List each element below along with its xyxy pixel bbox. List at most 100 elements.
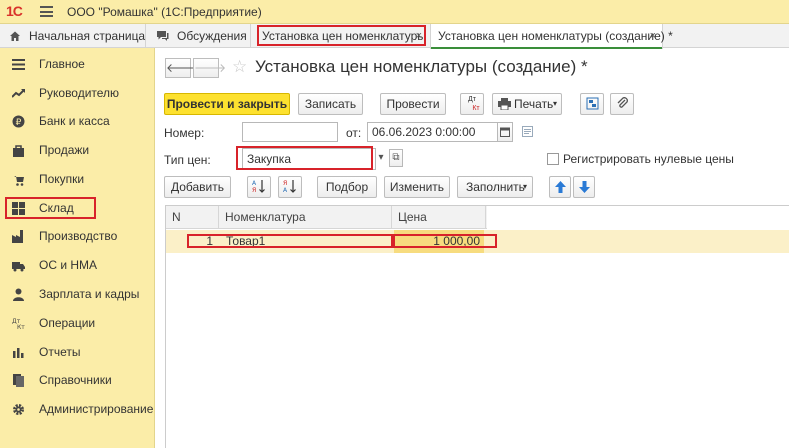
post-button[interactable]: Провести (380, 93, 446, 115)
calendar-button[interactable] (497, 122, 513, 142)
sidebar-item-label: Склад (39, 201, 74, 215)
coin-icon: ₽ (12, 115, 25, 128)
save-button[interactable]: Записать (298, 93, 363, 115)
books-icon (13, 374, 24, 387)
sidebar-item-catalogs[interactable]: Справочники (0, 366, 155, 394)
row-number: 1 (206, 234, 213, 248)
sidebar-item-label: Руководителю (39, 86, 120, 100)
1c-logo[interactable]: 1С (6, 3, 23, 19)
document-form: 🡐 🡒 ☆ Установка цен номенклатуры (создан… (156, 49, 789, 448)
print-label: Печать (514, 97, 554, 111)
sidebar-item-warehouse[interactable]: Склад (0, 194, 155, 222)
date-field[interactable]: 06.06.2023 0:00:00 (367, 122, 498, 142)
table-header: N Номенклатура Цена (166, 206, 487, 229)
app-title: ООО "Ромашка" (1С:Предприятие) (67, 5, 262, 19)
tab-prices-label: Установка цен номенклатуры (262, 29, 426, 43)
price-type-open-button[interactable]: ⧉ (389, 149, 403, 167)
number-field[interactable] (242, 122, 338, 142)
pick-button[interactable]: Подбор (317, 176, 377, 198)
svg-text:Кт: Кт (17, 324, 25, 330)
sidebar-item-label: Продажи (39, 143, 90, 157)
row-item[interactable]: Товар1 (226, 230, 386, 253)
register-zero-checkbox[interactable] (547, 153, 559, 165)
sidebar-item-bank[interactable]: ₽ Банк и касса (0, 107, 155, 135)
sidebar-item-sales[interactable]: Продажи (0, 136, 155, 164)
sidebar-item-operations[interactable]: Дт Кт Операции (0, 309, 155, 337)
sidebar-item-label: Банк и касса (39, 114, 110, 128)
svg-text:Я: Я (283, 180, 287, 187)
menu-icon (12, 59, 25, 70)
cart-icon (14, 176, 24, 186)
sidebar-item-reports[interactable]: Отчеты (0, 338, 155, 366)
arrow-down-icon (578, 181, 590, 193)
tab-home[interactable]: Начальная страница (0, 24, 146, 48)
price-type-dropdown[interactable]: ▾ (375, 149, 387, 169)
chevron-down-icon: ▾ (523, 182, 528, 191)
sort-desc-button[interactable]: ЯА (278, 176, 302, 198)
calendar-icon (500, 127, 510, 137)
bag-icon (13, 145, 24, 157)
sidebar-item-director[interactable]: Руководителю (0, 79, 155, 107)
structure-button[interactable] (580, 93, 604, 115)
sidebar-item-label: Администрирование (39, 402, 154, 416)
forward-button[interactable]: 🡒 (193, 58, 226, 78)
back-button[interactable]: 🡐 (165, 58, 198, 78)
chevron-down-icon: ▾ (553, 99, 558, 108)
tab-prices[interactable]: Установка цен номенклатуры × (256, 24, 428, 48)
sidebar-item-admin[interactable]: Администрирование (0, 395, 155, 423)
number-label: Номер: (164, 126, 205, 140)
sidebar-item-assets[interactable]: ОС и НМА (0, 251, 155, 279)
column-header-item[interactable]: Номенклатура (219, 206, 392, 229)
sidebar-item-main[interactable]: Главное (0, 50, 155, 78)
bar-chart-icon (13, 348, 24, 358)
warehouse-icon (12, 202, 25, 215)
column-header-n[interactable]: N (166, 206, 219, 229)
price-type-field[interactable]: Закупка (242, 148, 376, 170)
sidebar-item-label: Производство (39, 229, 118, 243)
register-zero-label: Регистрировать нулевые цены (563, 152, 734, 166)
fill-button[interactable]: Заполнить ▾ (457, 176, 533, 198)
tab-prices-create[interactable]: Установка цен номенклатуры (создание) * … (430, 24, 673, 49)
title-bar: 1С ООО "Ромашка" (1С:Предприятие) (0, 0, 789, 24)
factory-icon (12, 230, 23, 243)
tab-prices-close-icon[interactable]: × (416, 24, 422, 48)
hierarchy-icon (586, 97, 598, 110)
sidebar-item-label: Покупки (39, 172, 85, 186)
tab-bar: Начальная страница Обсуждения Установка … (0, 24, 789, 49)
post-and-close-button[interactable]: Провести и закрыть (164, 93, 290, 115)
attach-button[interactable] (610, 93, 634, 115)
row-price[interactable]: 1 000,00 (394, 230, 484, 253)
kt-label: Кт (472, 105, 480, 112)
tab-discussions[interactable]: Обсуждения (147, 24, 251, 48)
truck-icon (12, 262, 25, 272)
sidebar-item-payroll[interactable]: Зарплата и кадры (0, 280, 155, 308)
tab-create-close-icon[interactable]: × (650, 24, 656, 48)
price-type-label: Тип цен: (164, 153, 211, 167)
change-button[interactable]: Изменить (384, 176, 450, 198)
gear-icon (13, 404, 24, 415)
prices-table: N Номенклатура Цена 1 Товар1 1 000,00 (165, 205, 789, 448)
table-row[interactable]: 1 Товар1 1 000,00 (166, 230, 789, 253)
add-row-button[interactable]: Добавить (164, 176, 231, 198)
sidebar-item-label: Справочники (39, 373, 112, 387)
svg-text:А: А (252, 180, 257, 187)
favorite-star-icon[interactable]: ☆ (232, 57, 247, 77)
move-up-button[interactable] (549, 176, 571, 198)
sidebar-item-purchases[interactable]: Покупки (0, 165, 155, 193)
person-icon (13, 288, 24, 301)
main-menu-icon[interactable] (40, 6, 53, 17)
comment-icon[interactable] (522, 126, 533, 137)
printer-icon (498, 98, 511, 110)
print-button[interactable]: Печать ▾ (492, 93, 562, 115)
trend-icon (12, 89, 25, 98)
move-down-button[interactable] (573, 176, 595, 198)
sidebar-item-label: Главное (39, 57, 85, 71)
dt-kt-button[interactable]: Дт Кт (460, 93, 484, 115)
tab-create-label: Установка цен номенклатуры (создание) * (438, 29, 673, 43)
column-header-price[interactable]: Цена (392, 206, 486, 229)
date-label: от: (346, 126, 362, 140)
sidebar-item-production[interactable]: Производство (0, 222, 155, 250)
sidebar-item-label: Зарплата и кадры (39, 287, 140, 301)
sort-asc-button[interactable]: АЯ (247, 176, 271, 198)
fill-label: Заполнить (466, 180, 525, 194)
